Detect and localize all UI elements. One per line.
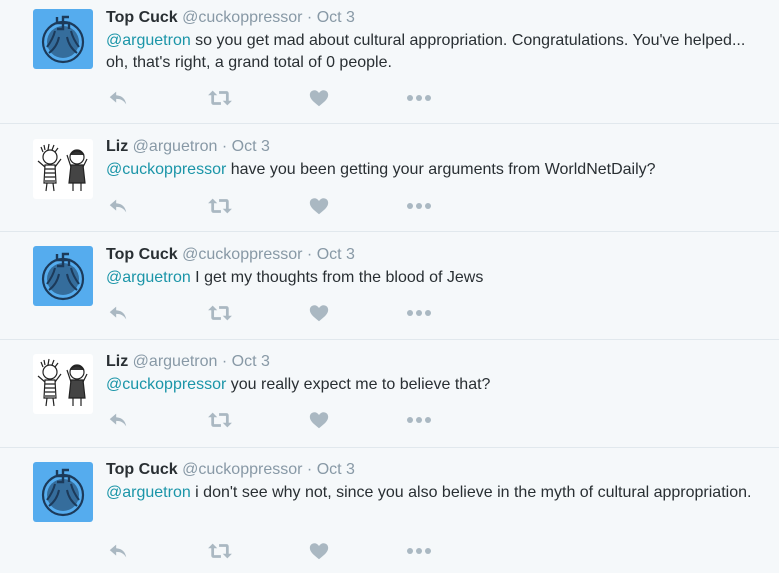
more-button[interactable] bbox=[406, 410, 436, 430]
tweet-item[interactable]: Top Cuck @cuckoppressor · Oct 3 @arguetr… bbox=[0, 448, 779, 573]
more-button[interactable] bbox=[406, 196, 436, 216]
display-name[interactable]: Top Cuck bbox=[106, 461, 178, 478]
tweet-body: so you get mad about cultural appropriat… bbox=[106, 32, 746, 71]
avatar[interactable] bbox=[33, 9, 93, 69]
reply-icon bbox=[106, 540, 130, 562]
tweet-text: @arguetron i don't see why not, since yo… bbox=[106, 482, 759, 504]
tweet-item[interactable]: Liz @arguetron · Oct 3 @cuckoppressor yo… bbox=[0, 340, 779, 448]
more-button[interactable] bbox=[406, 541, 436, 561]
retweet-button[interactable] bbox=[206, 196, 236, 216]
timestamp[interactable]: Oct 3 bbox=[317, 461, 355, 478]
heart-icon bbox=[308, 540, 330, 562]
avatar-image bbox=[33, 9, 93, 69]
heart-icon bbox=[308, 302, 330, 324]
display-name[interactable]: Liz bbox=[106, 353, 128, 370]
retweet-icon bbox=[206, 540, 234, 562]
reply-button[interactable] bbox=[106, 88, 136, 108]
tweet-text: @arguetron so you get mad about cultural… bbox=[106, 30, 759, 74]
mention-link[interactable]: @cuckoppressor bbox=[106, 376, 226, 393]
tweet-item[interactable]: Top Cuck @cuckoppressor · Oct 3 @arguetr… bbox=[0, 0, 779, 124]
retweet-icon bbox=[206, 195, 234, 217]
tweet-body: I get my thoughts from the blood of Jews bbox=[190, 269, 484, 286]
separator-dot: · bbox=[306, 9, 313, 26]
timestamp[interactable]: Oct 3 bbox=[232, 353, 270, 370]
retweet-button[interactable] bbox=[206, 541, 236, 561]
heart-icon bbox=[308, 87, 330, 109]
username[interactable]: @arguetron bbox=[133, 138, 218, 155]
retweet-icon bbox=[206, 87, 234, 109]
avatar[interactable] bbox=[33, 139, 93, 199]
tweet-header: Top Cuck @cuckoppressor · Oct 3 bbox=[106, 245, 759, 265]
tweet-header: Liz @arguetron · Oct 3 bbox=[106, 352, 759, 372]
reply-button[interactable] bbox=[106, 303, 136, 323]
tweet-text: @cuckoppressor you really expect me to b… bbox=[106, 374, 759, 396]
heart-icon bbox=[308, 195, 330, 217]
tweet-header: Top Cuck @cuckoppressor · Oct 3 bbox=[106, 8, 759, 28]
tweet-header: Top Cuck @cuckoppressor · Oct 3 bbox=[106, 460, 759, 480]
more-button[interactable] bbox=[406, 303, 436, 323]
more-icon bbox=[406, 201, 432, 211]
mention-link[interactable]: @arguetron bbox=[106, 484, 191, 501]
more-icon bbox=[406, 415, 432, 425]
username[interactable]: @cuckoppressor bbox=[182, 246, 302, 263]
reply-icon bbox=[106, 302, 130, 324]
tweet-text: @arguetron I get my thoughts from the bl… bbox=[106, 267, 759, 289]
retweet-icon bbox=[206, 302, 234, 324]
retweet-button[interactable] bbox=[206, 88, 236, 108]
tweet-item[interactable]: Top Cuck @cuckoppressor · Oct 3 @arguetr… bbox=[0, 232, 779, 340]
display-name[interactable]: Liz bbox=[106, 138, 128, 155]
retweet-button[interactable] bbox=[206, 303, 236, 323]
retweet-icon bbox=[206, 409, 234, 431]
like-button[interactable] bbox=[308, 196, 338, 216]
separator-dot: · bbox=[306, 246, 313, 263]
more-button[interactable] bbox=[406, 88, 436, 108]
reply-icon bbox=[106, 195, 130, 217]
retweet-button[interactable] bbox=[206, 410, 236, 430]
username[interactable]: @cuckoppressor bbox=[182, 9, 302, 26]
like-button[interactable] bbox=[308, 88, 338, 108]
username[interactable]: @cuckoppressor bbox=[182, 461, 302, 478]
more-icon bbox=[406, 546, 432, 556]
timestamp[interactable]: Oct 3 bbox=[232, 138, 270, 155]
tweet-header: Liz @arguetron · Oct 3 bbox=[106, 137, 759, 157]
avatar-image bbox=[33, 462, 93, 522]
reply-button[interactable] bbox=[106, 196, 136, 216]
display-name[interactable]: Top Cuck bbox=[106, 246, 178, 263]
avatar[interactable] bbox=[33, 246, 93, 306]
avatar[interactable] bbox=[33, 354, 93, 414]
display-name[interactable]: Top Cuck bbox=[106, 9, 178, 26]
mention-link[interactable]: @arguetron bbox=[106, 269, 191, 286]
like-button[interactable] bbox=[308, 303, 338, 323]
timestamp[interactable]: Oct 3 bbox=[317, 9, 355, 26]
tweet-item[interactable]: Liz @arguetron · Oct 3 @cuckoppressor ha… bbox=[0, 124, 779, 232]
heart-icon bbox=[308, 409, 330, 431]
like-button[interactable] bbox=[308, 410, 338, 430]
tweet-body: i don't see why not, since you also beli… bbox=[190, 484, 752, 501]
more-icon bbox=[406, 93, 432, 103]
mention-link[interactable]: @cuckoppressor bbox=[106, 161, 226, 178]
username[interactable]: @arguetron bbox=[133, 353, 218, 370]
reply-icon bbox=[106, 409, 130, 431]
avatar-image bbox=[33, 246, 93, 306]
timestamp[interactable]: Oct 3 bbox=[317, 246, 355, 263]
like-button[interactable] bbox=[308, 541, 338, 561]
reply-button[interactable] bbox=[106, 541, 136, 561]
separator-dot: · bbox=[306, 461, 313, 478]
tweet-text: @cuckoppressor have you been getting you… bbox=[106, 159, 759, 181]
separator-dot: · bbox=[221, 353, 228, 370]
separator-dot: · bbox=[221, 138, 228, 155]
reply-icon bbox=[106, 87, 130, 109]
tweet-body: have you been getting your arguments fro… bbox=[226, 161, 656, 178]
avatar[interactable] bbox=[33, 462, 93, 522]
tweet-body: you really expect me to believe that? bbox=[226, 376, 491, 393]
mention-link[interactable]: @arguetron bbox=[106, 32, 191, 49]
avatar-image bbox=[33, 139, 93, 199]
reply-button[interactable] bbox=[106, 410, 136, 430]
avatar-image bbox=[33, 354, 93, 414]
more-icon bbox=[406, 308, 432, 318]
tweet-timeline: Top Cuck @cuckoppressor · Oct 3 @arguetr… bbox=[0, 0, 779, 573]
